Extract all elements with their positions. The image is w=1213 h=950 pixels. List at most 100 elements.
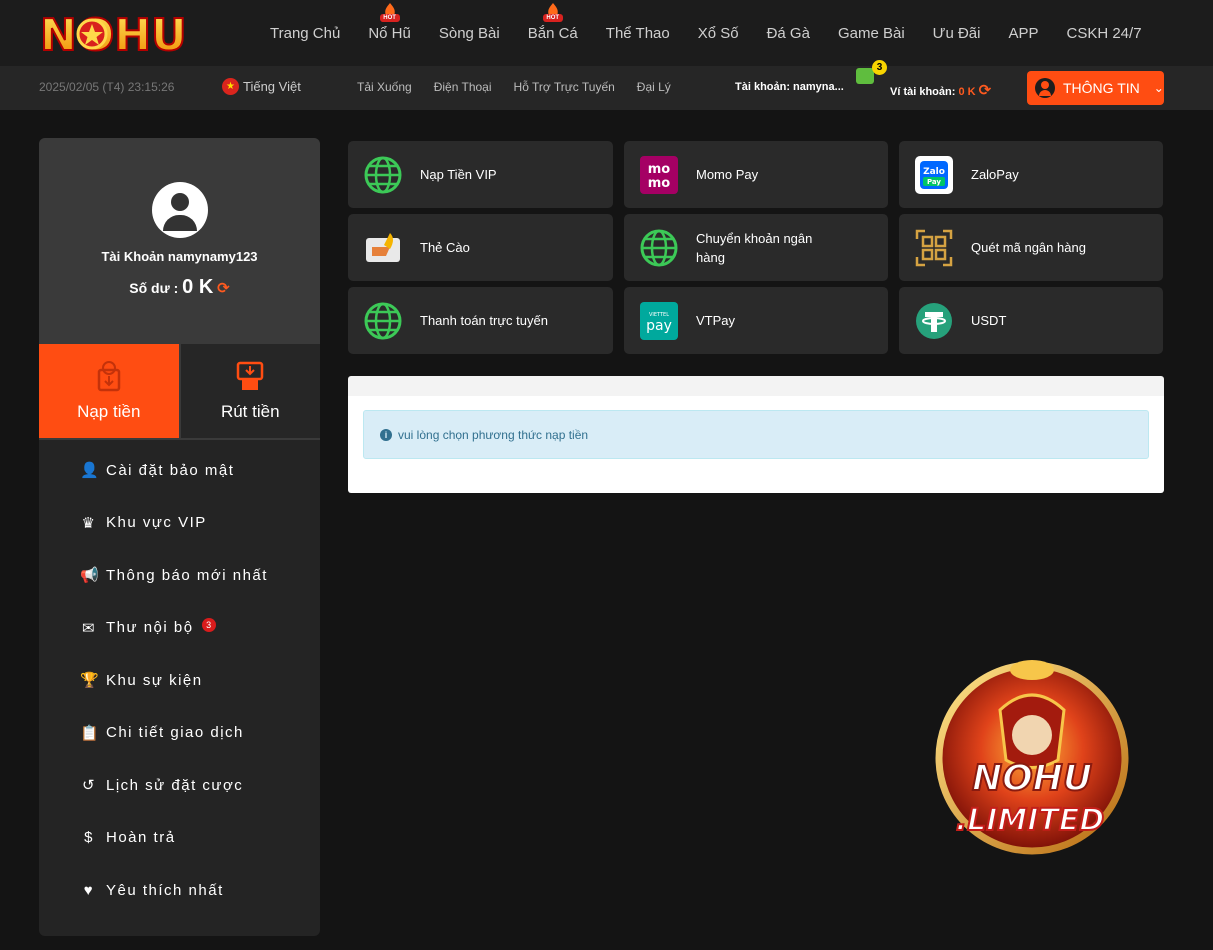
nav-item-3[interactable]: HOT Bắn Cá — [514, 2, 592, 42]
nav-item-2[interactable]: Sòng Bài — [425, 25, 514, 42]
tab-deposit[interactable]: Nạp tiền — [39, 344, 179, 438]
utility-links: Tải Xuống Điện Thoại Hỗ Trợ Trực Tuyến Đại … — [357, 80, 671, 94]
card-icon — [364, 229, 402, 267]
user-lock-icon: 👤 — [80, 462, 101, 480]
profile-username: Tài Khoản namynamy123 — [101, 249, 258, 264]
message-icon[interactable] — [856, 68, 874, 84]
sidebar-item-7[interactable]: $ Hoàn trả — [39, 812, 320, 865]
sidebar-item-0[interactable]: 👤 Cài đặt bảo mật — [39, 444, 320, 497]
payment-option-2[interactable]: Zalo Pay ZaloPay — [899, 141, 1163, 208]
utility-link-1[interactable]: Điện Thoại — [434, 80, 492, 94]
nohu-logo[interactable]: NOHU — [38, 6, 220, 60]
sidebar-item-8[interactable]: ♥ Yêu thích nhất — [39, 864, 320, 917]
nav-item-4[interactable]: Thể Thao — [592, 25, 684, 42]
payment-option-5[interactable]: Quét mã ngân hàng — [899, 214, 1163, 281]
info-alert-text: vui lòng chọn phương thức nạp tiền — [398, 427, 589, 442]
nav-item-5[interactable]: Xổ Số — [684, 25, 753, 42]
payment-option-7[interactable]: VIETTEL pay VTPay — [624, 287, 888, 354]
sidebar-item-label: Cài đặt bảo mật — [106, 461, 235, 479]
message-count-badge: 3 — [872, 60, 887, 75]
nav-item-label: Xổ Số — [697, 24, 739, 42]
nav-item-0[interactable]: Trang Chủ — [256, 25, 354, 42]
info-alert: i vui lòng chọn phương thức nạp tiền — [363, 410, 1149, 459]
payment-option-label: Chuyển khoản ngân hàng — [696, 230, 813, 265]
info-button[interactable]: THÔNG TIN ⌄ — [1027, 71, 1164, 105]
svg-text:.LIMITED: .LIMITED — [956, 803, 1105, 838]
withdraw-icon — [237, 361, 264, 390]
nav-item-label: Game Bài — [837, 24, 905, 42]
payment-option-label: VTPay — [696, 313, 736, 328]
tab-withdraw[interactable]: Rút tiền — [178, 344, 320, 438]
sidebar-item-4[interactable]: 🏆 Khu sự kiện — [39, 654, 320, 707]
nohu-limited-badge[interactable]: NOHU .LIMITED — [930, 640, 1140, 855]
top-navigation: NOHU Trang Chủ HOT Nổ Hũ Sòng Bài HOT Bắn Cá T… — [0, 0, 1213, 66]
nav-item-label: Thể Thao — [605, 24, 670, 42]
svg-text:Zalo: Zalo — [923, 167, 945, 177]
envelope-icon: ✉ — [81, 619, 97, 637]
utility-link-2[interactable]: Hỗ Trợ Trực Tuyến — [514, 80, 615, 94]
sidebar-item-5[interactable]: 📋 Chi tiết giao dịch — [39, 707, 320, 760]
payment-option-label: Thẻ Cào — [420, 240, 470, 255]
momo-icon: mo mo — [640, 155, 678, 194]
account-sidebar: Tài Khoản namynamy123 Số dư : 0 K ⟳ Nạp … — [39, 138, 320, 936]
qr-icon — [915, 229, 953, 267]
payment-option-6[interactable]: Thanh toán trực tuyến — [348, 287, 613, 354]
language-label: Tiếng Việt — [243, 79, 301, 94]
nav-item-9[interactable]: APP — [994, 25, 1052, 42]
trophy-icon: 🏆 — [80, 672, 101, 690]
svg-text:Pay: Pay — [927, 178, 941, 186]
nav-item-label: APP — [1008, 24, 1039, 42]
sidebar-item-1[interactable]: ♛ Khu vực VIP — [39, 497, 320, 550]
dollar-circle-icon: $ — [84, 829, 94, 847]
zalopay-icon: Zalo Pay — [915, 155, 953, 194]
avatar — [152, 182, 208, 238]
sidebar-item-2[interactable]: 📢 Thông báo mới nhất — [39, 549, 320, 602]
info-button-label: THÔNG TIN — [1063, 80, 1140, 96]
nav-item-10[interactable]: CSKH 24/7 — [1053, 25, 1156, 42]
payment-option-3[interactable]: Thẻ Cào — [348, 214, 613, 281]
svg-text:pay: pay — [646, 318, 672, 334]
sidebar-item-label: Thư nội bộ — [106, 619, 194, 637]
nav-item-6[interactable]: Đá Gà — [753, 25, 824, 42]
balance-value: 0 K — [182, 276, 214, 298]
nav-item-7[interactable]: Game Bài — [824, 25, 919, 42]
payment-option-0[interactable]: Nạp Tiền VIP — [348, 141, 613, 208]
utility-link-0[interactable]: Tải Xuống — [357, 80, 412, 94]
nav-item-8[interactable]: Ưu Đãi — [919, 25, 995, 42]
hot-badge: HOT — [542, 13, 563, 22]
wallet-tabs: Nạp tiền Rút tiền — [39, 344, 320, 440]
tether-icon — [915, 302, 953, 340]
refresh-icon[interactable]: ⟳ — [979, 82, 992, 99]
deposit-icon — [97, 361, 120, 392]
nav-item-label: Bắn Cá — [527, 24, 578, 42]
sidebar-item-label: Yêu thích nhất — [106, 881, 224, 899]
utility-link-3[interactable]: Đại Lý — [637, 80, 671, 94]
sidebar-item-6[interactable]: ↺ Lịch sử đặt cược — [39, 759, 320, 812]
payment-option-8[interactable]: USDT — [899, 287, 1163, 354]
payment-option-label: ZaloPay — [971, 167, 1019, 182]
svg-text:mo: mo — [648, 162, 671, 177]
nav-item-1[interactable]: HOT Nổ Hũ — [354, 2, 425, 42]
current-datetime: 2025/02/05 (T4) 23:15:26 — [39, 80, 175, 94]
payment-option-label: Momo Pay — [696, 167, 759, 182]
svg-text:NOHU: NOHU — [972, 758, 1092, 799]
vietnam-flag-icon: ★ — [222, 78, 239, 95]
hot-flame-icon: HOT — [542, 2, 563, 23]
chevron-down-icon: ⌄ — [1153, 81, 1164, 95]
nav-item-label: Ưu Đãi — [932, 24, 981, 42]
svg-text:mo: mo — [648, 176, 671, 191]
heart-icon: ♥ — [83, 881, 95, 899]
language-selector[interactable]: ★ Tiếng Việt — [222, 78, 301, 95]
main-menu: Trang Chủ HOT Nổ Hũ Sòng Bài HOT Bắn Cá Thể Th… — [256, 0, 1156, 66]
account-name: Tài khoản: namyna... — [735, 81, 844, 93]
sidebar-item-label: Lịch sử đặt cược — [106, 776, 244, 794]
hot-badge: HOT — [379, 13, 400, 22]
sidebar-item-label: Khu vực VIP — [106, 514, 207, 532]
refresh-balance-icon[interactable]: ⟳ — [217, 280, 230, 297]
payment-option-label: Nạp Tiền VIP — [420, 167, 497, 182]
globe-icon — [364, 156, 402, 194]
payment-option-1[interactable]: mo mo Momo Pay — [624, 141, 888, 208]
payment-option-4[interactable]: Chuyển khoản ngân hàng — [624, 214, 888, 281]
sidebar-item-3[interactable]: ✉ Thư nội bộ 3 — [39, 602, 320, 655]
nav-item-label: Trang Chủ — [270, 24, 341, 42]
